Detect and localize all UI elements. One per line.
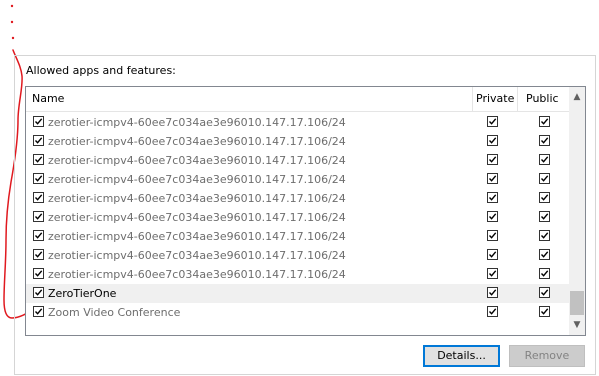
private-checkbox[interactable] (487, 268, 498, 279)
column-header-public[interactable]: Public (526, 87, 559, 111)
app-name: zerotier-icmpv4-60ee7c034ae3e96010.147.1… (48, 268, 346, 281)
scrollbar-thumb[interactable] (570, 291, 584, 315)
vertical-scrollbar[interactable]: ▲ ▼ (569, 87, 585, 335)
enable-checkbox[interactable] (33, 268, 44, 279)
private-checkbox[interactable] (487, 306, 498, 317)
enable-checkbox[interactable] (33, 192, 44, 203)
private-checkbox[interactable] (487, 249, 498, 260)
enable-checkbox[interactable] (33, 249, 44, 260)
app-name: ZeroTierOne (48, 287, 117, 300)
app-name: zerotier-icmpv4-60ee7c034ae3e96010.147.1… (48, 173, 346, 186)
private-checkbox[interactable] (487, 230, 498, 241)
list-item[interactable]: zerotier-icmpv4-60ee7c034ae3e96010.147.1… (26, 170, 569, 189)
private-checkbox[interactable] (487, 192, 498, 203)
list-rows: zerotier-icmpv4-60ee7c034ae3e96010.147.1… (26, 113, 569, 322)
list-item[interactable]: zerotier-icmpv4-60ee7c034ae3e96010.147.1… (26, 246, 569, 265)
enable-checkbox[interactable] (33, 306, 44, 317)
public-checkbox[interactable] (539, 249, 550, 260)
list-item[interactable]: Zoom Video Conference (26, 303, 569, 322)
app-name: zerotier-icmpv4-60ee7c034ae3e96010.147.1… (48, 211, 346, 224)
app-name: zerotier-icmpv4-60ee7c034ae3e96010.147.1… (48, 249, 346, 262)
public-checkbox[interactable] (539, 268, 550, 279)
scroll-down-arrow-icon[interactable]: ▼ (569, 317, 585, 333)
public-checkbox[interactable] (539, 306, 550, 317)
public-checkbox[interactable] (539, 173, 550, 184)
allowed-apps-list[interactable]: Name Private Public zerotier-icmpv4-60ee… (25, 86, 586, 336)
list-item[interactable]: zerotier-icmpv4-60ee7c034ae3e96010.147.1… (26, 113, 569, 132)
enable-checkbox[interactable] (33, 211, 44, 222)
list-item[interactable]: zerotier-icmpv4-60ee7c034ae3e96010.147.1… (26, 208, 569, 227)
column-separator[interactable] (517, 87, 518, 111)
enable-checkbox[interactable] (33, 154, 44, 165)
column-header-private[interactable]: Private (476, 87, 514, 111)
list-header: Name Private Public (26, 87, 569, 112)
private-checkbox[interactable] (487, 154, 498, 165)
public-checkbox[interactable] (539, 135, 550, 146)
list-item[interactable]: zerotier-icmpv4-60ee7c034ae3e96010.147.1… (26, 265, 569, 284)
app-name: Zoom Video Conference (48, 306, 181, 319)
enable-checkbox[interactable] (33, 173, 44, 184)
group-title: Allowed apps and features: (26, 64, 176, 77)
enable-checkbox[interactable] (33, 135, 44, 146)
scroll-up-arrow-icon[interactable]: ▲ (569, 89, 585, 105)
list-item[interactable]: zerotier-icmpv4-60ee7c034ae3e96010.147.1… (26, 151, 569, 170)
enable-checkbox[interactable] (33, 230, 44, 241)
column-header-name[interactable]: Name (32, 87, 64, 111)
private-checkbox[interactable] (487, 116, 498, 127)
app-name: zerotier-icmpv4-60ee7c034ae3e96010.147.1… (48, 135, 346, 148)
remove-button[interactable]: Remove (509, 345, 585, 367)
list-item[interactable]: zerotier-icmpv4-60ee7c034ae3e96010.147.1… (26, 227, 569, 246)
enable-checkbox[interactable] (33, 116, 44, 127)
private-checkbox[interactable] (487, 135, 498, 146)
public-checkbox[interactable] (539, 230, 550, 241)
public-checkbox[interactable] (539, 192, 550, 203)
public-checkbox[interactable] (539, 287, 550, 298)
app-name: zerotier-icmpv4-60ee7c034ae3e96010.147.1… (48, 116, 346, 129)
list-item[interactable]: ZeroTierOne (26, 284, 569, 303)
public-checkbox[interactable] (539, 211, 550, 222)
app-name: zerotier-icmpv4-60ee7c034ae3e96010.147.1… (48, 192, 346, 205)
private-checkbox[interactable] (487, 211, 498, 222)
app-name: zerotier-icmpv4-60ee7c034ae3e96010.147.1… (48, 230, 346, 243)
public-checkbox[interactable] (539, 116, 550, 127)
column-separator[interactable] (472, 87, 473, 111)
list-item[interactable]: zerotier-icmpv4-60ee7c034ae3e96010.147.1… (26, 189, 569, 208)
public-checkbox[interactable] (539, 154, 550, 165)
app-name: zerotier-icmpv4-60ee7c034ae3e96010.147.1… (48, 154, 346, 167)
private-checkbox[interactable] (487, 287, 498, 298)
private-checkbox[interactable] (487, 173, 498, 184)
enable-checkbox[interactable] (33, 287, 44, 298)
list-item[interactable]: zerotier-icmpv4-60ee7c034ae3e96010.147.1… (26, 132, 569, 151)
details-button[interactable]: Details... (423, 345, 500, 367)
